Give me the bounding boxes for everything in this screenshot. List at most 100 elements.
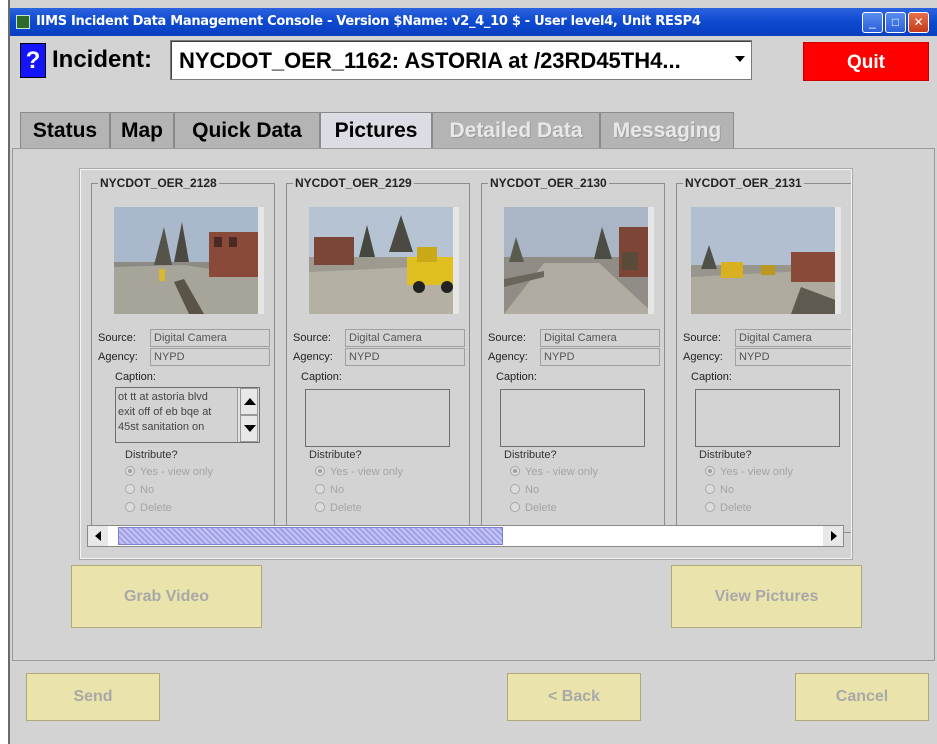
radio-delete: Delete — [315, 502, 362, 514]
caption-scrollbar[interactable] — [237, 388, 259, 442]
radio-selected-icon — [510, 466, 520, 476]
radio-icon — [705, 502, 715, 512]
picture-thumbnail[interactable] — [504, 207, 654, 314]
caption-textarea[interactable] — [695, 389, 840, 447]
radio-icon — [705, 484, 715, 494]
scroll-up-button[interactable] — [240, 388, 258, 415]
photo-image — [309, 207, 453, 314]
picture-id: NYCDOT_OER_2128 — [98, 176, 219, 190]
photo-image — [114, 207, 258, 314]
app-window: IIMS Incident Data Management Console - … — [8, 0, 937, 744]
radio-selected-icon — [315, 466, 325, 476]
chevron-left-icon — [95, 531, 101, 541]
distribute-label: Distribute? — [125, 449, 178, 461]
picture-thumbnail[interactable] — [114, 207, 264, 314]
pictures-tab-panel: NYCDOT_OER_2128 Source: Digital Camera A… — [12, 148, 935, 661]
radio-no: No — [125, 484, 154, 496]
source-field: Digital Camera — [735, 329, 851, 347]
scroll-down-button[interactable] — [240, 415, 258, 442]
incident-dropdown[interactable]: NYCDOT_OER_1162: ASTORIA at /23RD45TH4..… — [170, 40, 752, 80]
cancel-button[interactable]: Cancel — [795, 673, 929, 721]
incident-selected-value: NYCDOT_OER_1162: ASTORIA at /23RD45TH4..… — [179, 48, 681, 73]
radio-icon — [510, 502, 520, 512]
radio-no: No — [315, 484, 344, 496]
source-label: Source: — [683, 332, 721, 344]
agency-label: Agency: — [293, 351, 333, 363]
scroll-right-button[interactable] — [823, 526, 843, 546]
tab-pictures[interactable]: Pictures — [320, 112, 432, 148]
close-button[interactable]: ✕ — [908, 12, 929, 33]
source-label: Source: — [98, 332, 136, 344]
picture-card: NYCDOT_OER_2131 Source: Digital Camera A… — [676, 176, 851, 533]
scrollbar-thumb[interactable] — [118, 527, 503, 545]
radio-icon — [315, 484, 325, 494]
radio-no: No — [705, 484, 734, 496]
radio-icon — [125, 502, 135, 512]
tab-messaging: Messaging — [600, 112, 734, 148]
caption-label: Caption: — [301, 371, 342, 383]
caption-text[interactable]: ot tt at astoria blvd exit off of eb bqe… — [118, 390, 238, 435]
chevron-down-icon[interactable] — [735, 56, 745, 62]
caption-textarea[interactable] — [500, 389, 645, 447]
source-label: Source: — [488, 332, 526, 344]
quit-button[interactable]: Quit — [803, 42, 929, 81]
back-button[interactable]: < Back — [507, 673, 641, 721]
source-field: Digital Camera — [345, 329, 465, 347]
radio-icon — [125, 484, 135, 494]
tab-map[interactable]: Map — [110, 112, 174, 148]
radio-delete: Delete — [705, 502, 752, 514]
tab-status[interactable]: Status — [20, 112, 110, 148]
agency-label: Agency: — [683, 351, 723, 363]
picture-id: NYCDOT_OER_2131 — [683, 176, 804, 190]
tab-detailed-data: Detailed Data — [432, 112, 600, 148]
source-label: Source: — [293, 332, 331, 344]
agency-field: NYPD — [540, 348, 660, 366]
app-icon — [16, 15, 30, 29]
scroll-left-button[interactable] — [88, 526, 108, 546]
chevron-right-icon — [831, 531, 837, 541]
radio-icon — [315, 502, 325, 512]
caption-textarea[interactable] — [305, 389, 450, 447]
radio-no: No — [510, 484, 539, 496]
picture-id: NYCDOT_OER_2129 — [293, 176, 414, 190]
picture-thumbnail[interactable] — [691, 207, 841, 314]
incident-label: Incident: — [52, 46, 152, 73]
view-pictures-button[interactable]: View Pictures — [671, 565, 862, 628]
help-button[interactable]: ? — [20, 43, 46, 78]
radio-yes-view-only: Yes - view only — [705, 466, 793, 478]
picture-thumbnail[interactable] — [309, 207, 459, 314]
picture-card: NYCDOT_OER_2129 Source: Digital Camera A… — [286, 176, 470, 533]
radio-icon — [510, 484, 520, 494]
radio-yes-view-only: Yes - view only — [510, 466, 598, 478]
caption-label: Caption: — [691, 371, 732, 383]
maximize-button[interactable]: □ — [885, 12, 906, 33]
caption-textarea[interactable]: ot tt at astoria blvd exit off of eb bqe… — [115, 387, 260, 443]
radio-delete: Delete — [510, 502, 557, 514]
caption-label: Caption: — [496, 371, 537, 383]
tab-quick-data[interactable]: Quick Data — [174, 112, 320, 148]
distribute-label: Distribute? — [699, 449, 752, 461]
distribute-label: Distribute? — [504, 449, 557, 461]
agency-field: NYPD — [150, 348, 270, 366]
picture-card: NYCDOT_OER_2128 Source: Digital Camera A… — [91, 176, 275, 533]
picture-card: NYCDOT_OER_2130 Source: Digital Camera A… — [481, 176, 665, 533]
grab-video-button[interactable]: Grab Video — [71, 565, 262, 628]
pictures-scroll-area: NYCDOT_OER_2128 Source: Digital Camera A… — [79, 168, 853, 560]
agency-label: Agency: — [98, 351, 138, 363]
source-field: Digital Camera — [540, 329, 660, 347]
picture-id: NYCDOT_OER_2130 — [488, 176, 609, 190]
radio-selected-icon — [125, 466, 135, 476]
title-bar[interactable]: IIMS Incident Data Management Console - … — [10, 8, 937, 36]
agency-field: NYPD — [735, 348, 851, 366]
distribute-label: Distribute? — [309, 449, 362, 461]
send-button[interactable]: Send — [26, 673, 160, 721]
horizontal-scrollbar[interactable] — [87, 525, 844, 547]
source-field: Digital Camera — [150, 329, 270, 347]
radio-delete: Delete — [125, 502, 172, 514]
radio-yes-view-only: Yes - view only — [315, 466, 403, 478]
minimize-button[interactable]: _ — [862, 12, 883, 33]
photo-image — [504, 207, 648, 314]
radio-yes-view-only: Yes - view only — [125, 466, 213, 478]
agency-field: NYPD — [345, 348, 465, 366]
radio-selected-icon — [705, 466, 715, 476]
